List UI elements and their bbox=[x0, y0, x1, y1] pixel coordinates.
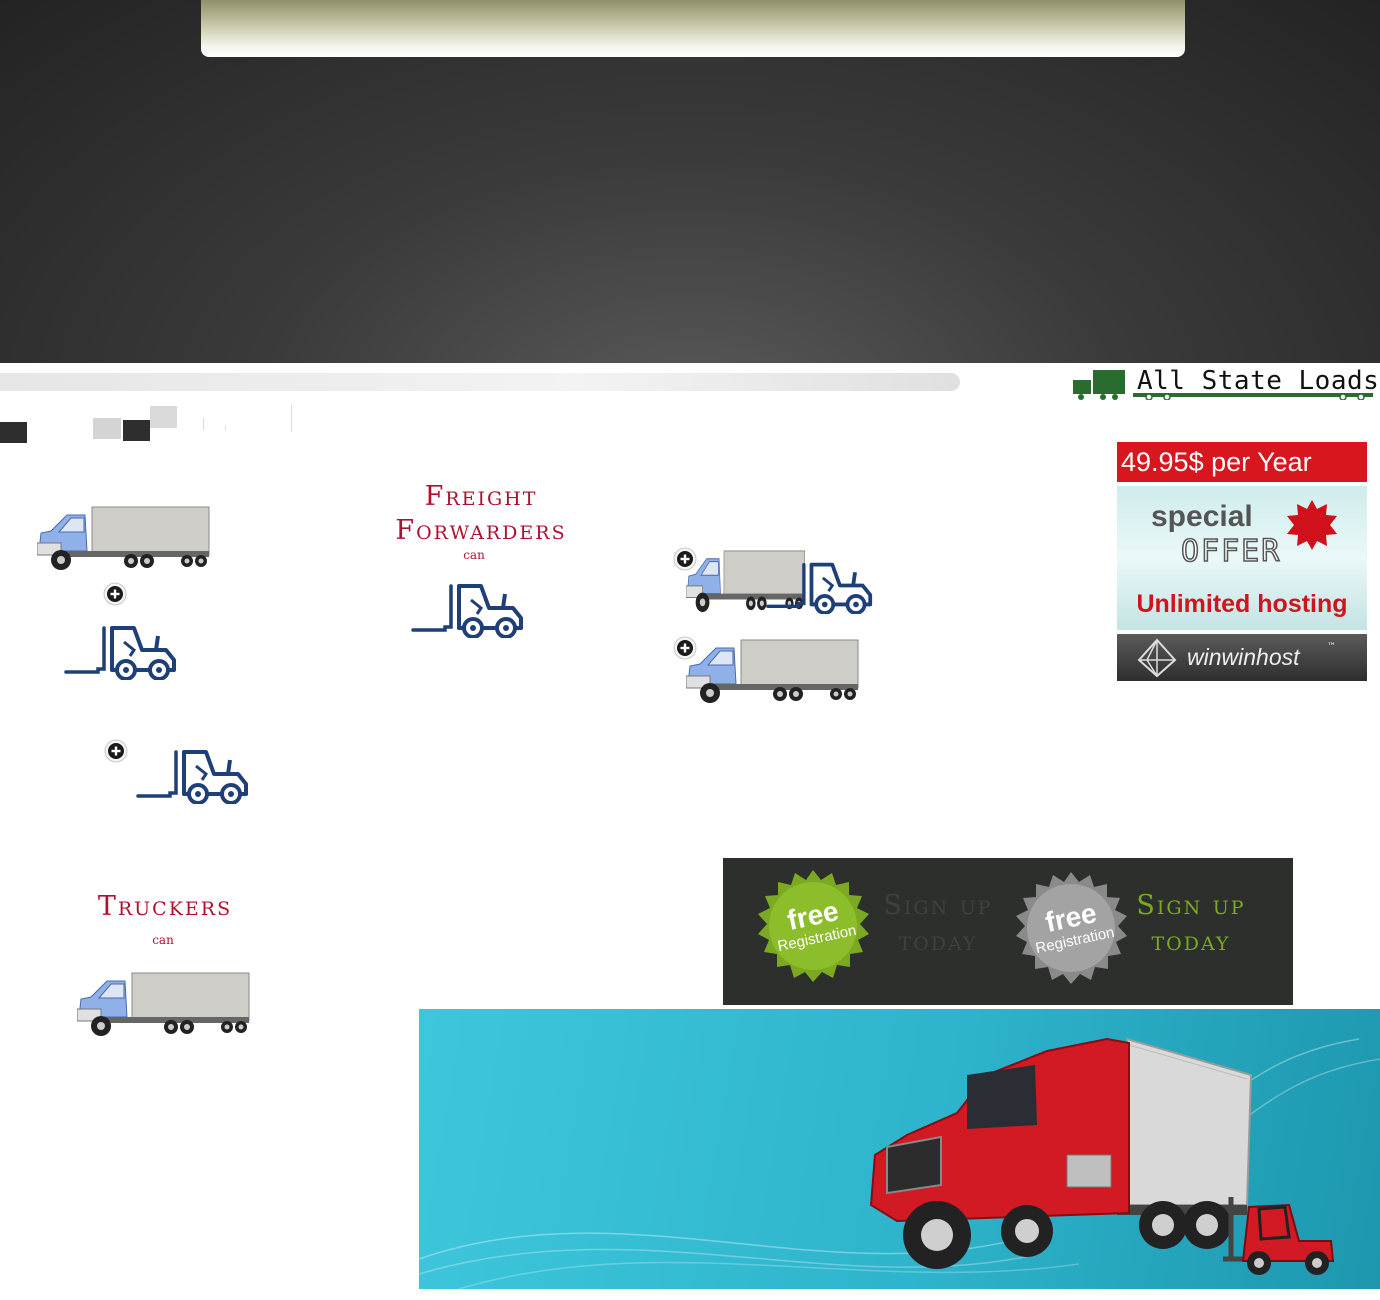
forklift-icon bbox=[411, 584, 523, 638]
truck-icon bbox=[77, 972, 250, 1037]
signup-line: Sign up bbox=[883, 890, 993, 921]
promo-host-name: winwinhost bbox=[1187, 644, 1300, 670]
signup-line: today bbox=[898, 926, 978, 957]
promo-unlimited-hosting: Unlimited hosting bbox=[1136, 590, 1348, 618]
truck-icon bbox=[686, 639, 859, 704]
freight-forwarders-subtext: can bbox=[463, 548, 485, 562]
signup-line: today bbox=[1151, 926, 1231, 957]
decor-square bbox=[150, 406, 177, 428]
decor-square bbox=[0, 422, 27, 443]
decor-line bbox=[203, 418, 204, 430]
decor-line bbox=[225, 425, 226, 431]
winwinhost-logo-icon bbox=[1137, 638, 1177, 678]
forklift-icon bbox=[766, 562, 873, 614]
truckers-subtext: can bbox=[152, 933, 174, 947]
decor-square bbox=[123, 420, 150, 441]
truck-icon bbox=[37, 506, 210, 571]
truckers-heading: Truckers bbox=[97, 891, 233, 922]
site-logo[interactable]: All State Loads bbox=[1073, 364, 1380, 400]
plus-circle-icon[interactable] bbox=[104, 739, 128, 763]
promo-offer-panel: special OFFER Unlimited hosting bbox=[1117, 486, 1367, 630]
promo-host-brand: winwinhost ™ bbox=[1117, 634, 1367, 681]
hosting-promo-ad[interactable]: 49.95$ per Year special OFFER Unlimited … bbox=[1117, 442, 1367, 681]
freight-forwarders-heading: Freight Forwarders bbox=[372, 480, 590, 548]
plus-circle-icon[interactable] bbox=[103, 582, 127, 606]
forklift-icon bbox=[64, 626, 176, 680]
decor-line bbox=[291, 404, 292, 432]
top-navigation-bar[interactable] bbox=[201, 0, 1185, 57]
decor-square bbox=[93, 418, 121, 439]
red-semi-truck-icon bbox=[869, 1037, 1253, 1269]
promo-price: 49.95$ per Year bbox=[1117, 442, 1367, 482]
red-forklift-icon bbox=[1223, 1197, 1335, 1275]
signup-text: Sign up today bbox=[1123, 888, 1259, 960]
heading-line: Forwarders bbox=[395, 515, 567, 546]
signup-line: Sign up bbox=[1136, 890, 1246, 921]
hero-truck-banner bbox=[419, 1009, 1380, 1289]
promo-offer-text: OFFER bbox=[1180, 533, 1282, 570]
signup-text-faded: Sign up today bbox=[873, 888, 1003, 960]
separator-bar bbox=[0, 373, 960, 391]
signup-banner[interactable]: free Registration Sign up today free Reg… bbox=[723, 858, 1293, 1005]
trademark: ™ bbox=[1327, 642, 1336, 652]
red-starburst-icon bbox=[1287, 500, 1337, 550]
logo-title: All State Loads bbox=[1137, 366, 1380, 396]
promo-special-text: special bbox=[1151, 500, 1253, 533]
forklift-icon bbox=[136, 750, 248, 804]
heading-line: Freight bbox=[424, 481, 538, 512]
